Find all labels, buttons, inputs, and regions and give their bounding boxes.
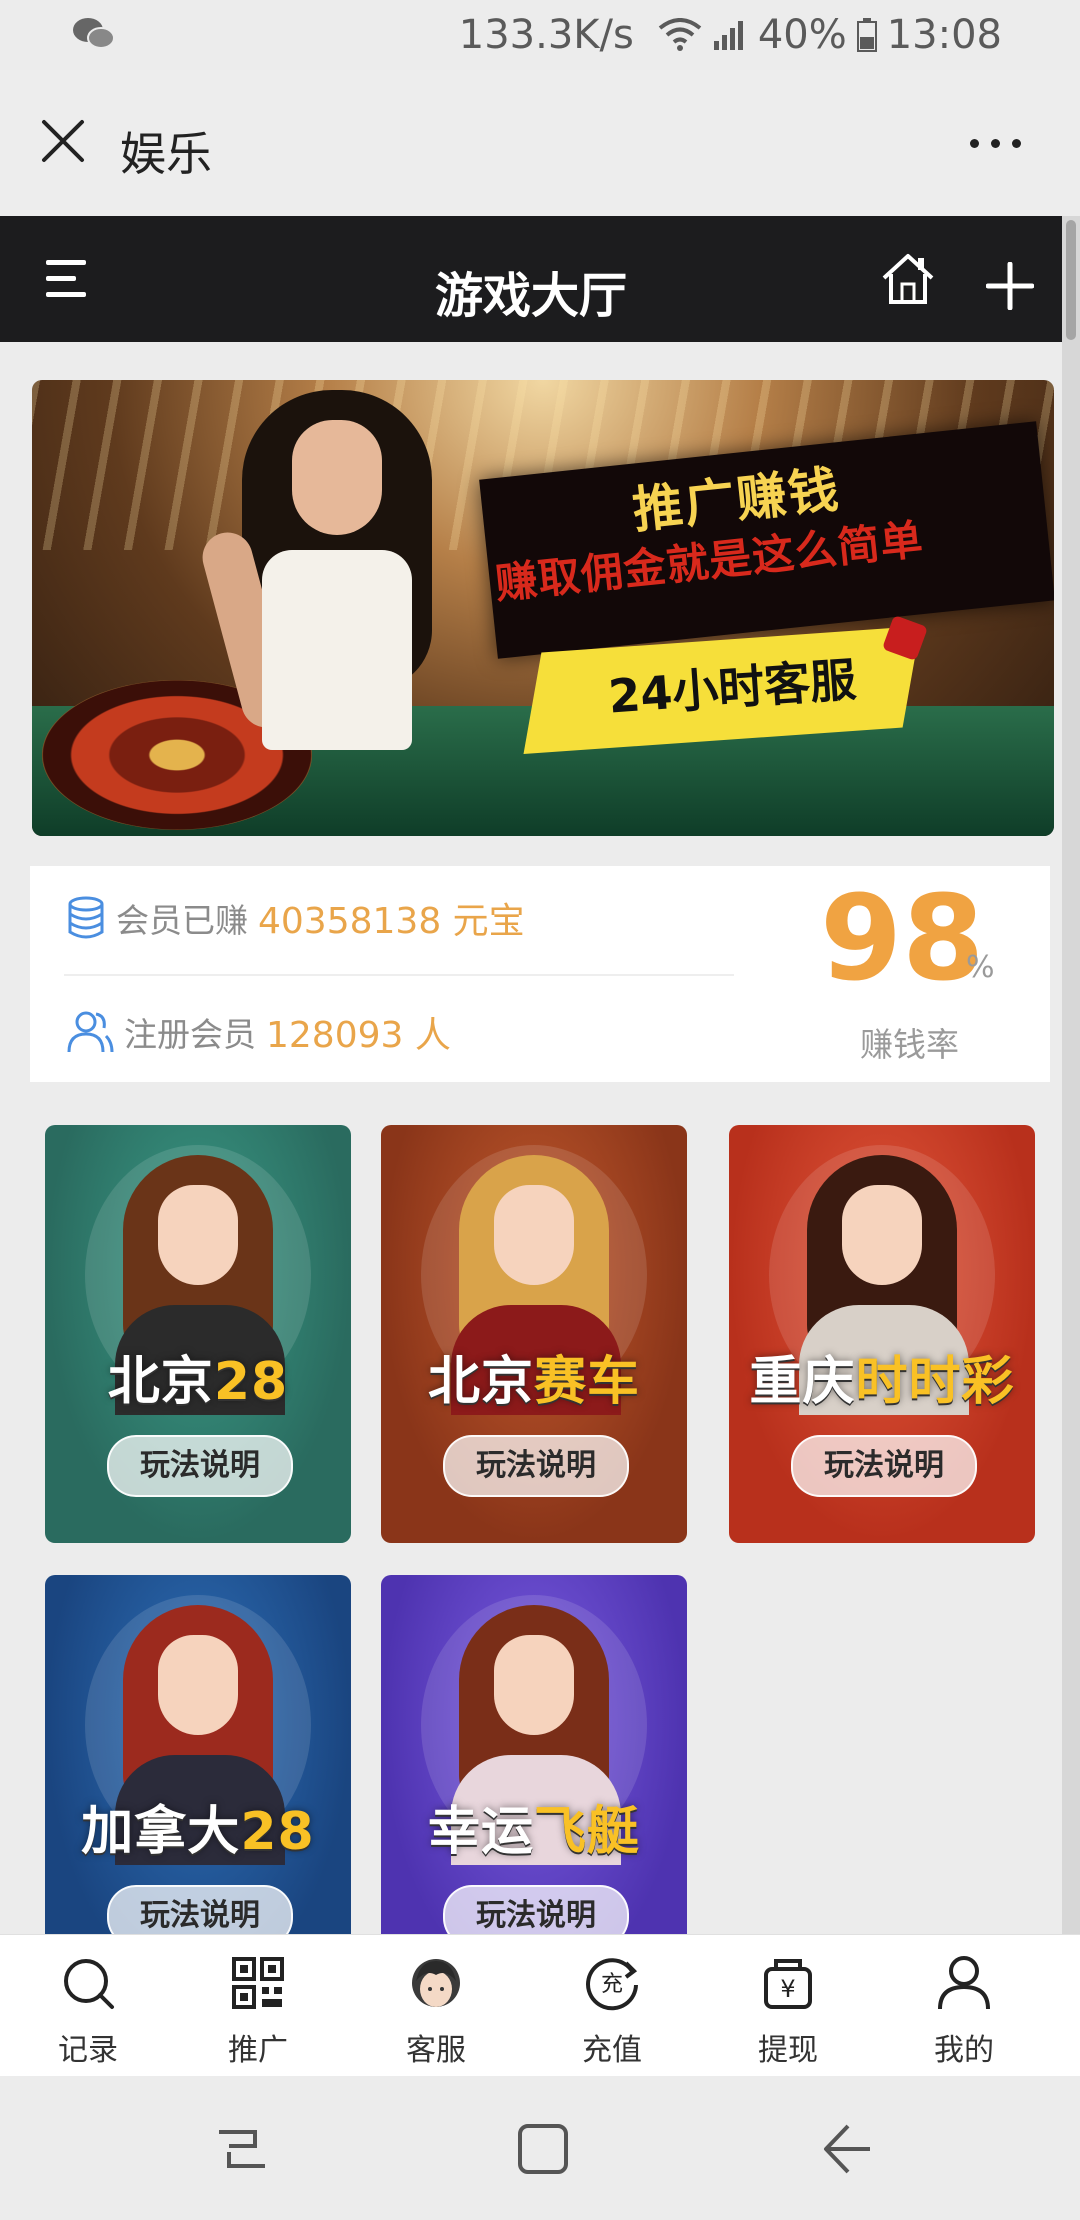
tab-customer-service[interactable]: 客服	[348, 1949, 524, 2069]
close-icon[interactable]	[38, 116, 88, 166]
wifi-icon	[658, 18, 702, 51]
earned-row: 会员已赚 40358138 元宝	[66, 892, 525, 944]
members-value: 128093 人	[266, 1015, 451, 1056]
tab-records[interactable]: 记录	[0, 1949, 176, 2069]
recent-apps-icon[interactable]	[215, 2122, 269, 2176]
profit-rate-value: 98	[820, 869, 985, 1007]
game-title: 幸运飞艇	[427, 1802, 641, 1862]
rules-button[interactable]: 玩法说明	[443, 1435, 629, 1497]
game-title: 加拿大28	[81, 1802, 315, 1862]
customer-service-icon	[412, 1959, 460, 2007]
app-header: 游戏大厅	[0, 216, 1062, 342]
more-options-icon[interactable]	[970, 128, 1030, 158]
game-title: 北京28	[107, 1352, 289, 1412]
tab-promote[interactable]: 推广	[170, 1949, 346, 2069]
add-icon[interactable]	[986, 262, 1034, 310]
status-bar: 133.3K/s 40% 13:08	[0, 0, 1080, 70]
battery-icon	[856, 18, 877, 52]
bottom-tab-bar: 记录 推广 客服 充 充值 ¥ 提现 我的	[0, 1934, 1080, 2077]
stats-panel: 会员已赚 40358138 元宝 注册会员 128093 人 98 % 赚钱率	[30, 866, 1050, 1082]
scrollbar-thumb[interactable]	[1066, 220, 1076, 340]
scrollbar-track[interactable]	[1062, 216, 1080, 1934]
search-icon	[64, 1959, 114, 2009]
signal-icon	[713, 21, 743, 50]
wechat-icon	[73, 18, 115, 49]
members-row: 注册会员 128093 人	[66, 1006, 451, 1058]
tab-recharge[interactable]: 充 充值	[524, 1949, 700, 2069]
user-icon	[938, 1956, 990, 2010]
game-card-lucky-airship[interactable]: 幸运飞艇 玩法说明	[381, 1575, 687, 1993]
home-button-icon[interactable]	[516, 2122, 570, 2176]
tab-withdraw[interactable]: ¥ 提现	[700, 1949, 876, 2069]
profit-rate-label: 赚钱率	[860, 1025, 959, 1064]
banner-model	[196, 390, 462, 830]
wechat-title-bar: 娱乐	[0, 70, 1080, 216]
svg-text:¥: ¥	[780, 1975, 795, 2003]
tab-mine[interactable]: 我的	[876, 1949, 1052, 2069]
home-icon[interactable]	[880, 252, 936, 306]
game-card-beijing-28[interactable]: 北京28 玩法说明	[45, 1125, 351, 1543]
system-navigation-bar	[0, 2076, 1080, 2220]
game-title: 重庆时时彩	[749, 1352, 1015, 1412]
rules-button[interactable]: 玩法说明	[791, 1435, 977, 1497]
net-speed: 133.3K/s	[458, 12, 634, 58]
svg-text:充: 充	[601, 1972, 623, 1997]
earned-value: 40358138 元宝	[258, 901, 525, 942]
recharge-icon: 充	[586, 1958, 638, 2011]
battery-percent: 40%	[757, 12, 847, 58]
game-title: 北京赛车	[427, 1352, 641, 1412]
promo-banner[interactable]: 推广赚钱 赚取佣金就是这么简单 24小时客服	[32, 380, 1054, 836]
clock: 13:08	[886, 12, 1002, 58]
members-icon	[67, 1011, 114, 1053]
game-card-canada-28[interactable]: 加拿大28 玩法说明	[45, 1575, 351, 1993]
stats-divider	[64, 974, 734, 976]
game-card-chongqing-ssc[interactable]: 重庆时时彩 玩法说明	[729, 1125, 1035, 1543]
database-icon	[68, 896, 104, 939]
back-icon[interactable]	[820, 2122, 874, 2176]
withdraw-icon: ¥	[764, 1959, 812, 2009]
members-label: 注册会员	[124, 1015, 256, 1054]
earned-label: 会员已赚	[116, 901, 248, 940]
game-card-beijing-racing[interactable]: 北京赛车 玩法说明	[381, 1125, 687, 1543]
profit-rate-unit: %	[966, 950, 995, 985]
qrcode-icon	[232, 1957, 284, 2009]
page-title: 娱乐	[120, 127, 212, 181]
rules-button[interactable]: 玩法说明	[107, 1435, 293, 1497]
